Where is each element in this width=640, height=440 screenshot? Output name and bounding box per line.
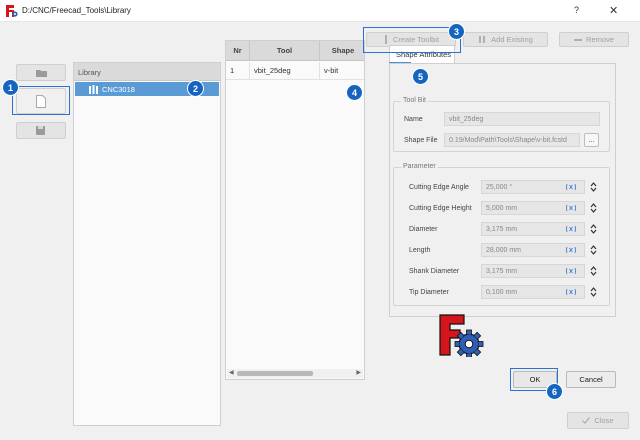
parameter-group-title: Parameter bbox=[401, 163, 438, 170]
param-label: Length bbox=[409, 247, 431, 254]
spin-arrows-icon[interactable] bbox=[590, 244, 597, 256]
param-label: Shank Diameter bbox=[409, 268, 460, 275]
callout-badge-3: 3 bbox=[448, 23, 465, 40]
remove-icon bbox=[574, 38, 583, 41]
column-header-tool[interactable]: Tool bbox=[250, 41, 320, 61]
remove-label: Remove bbox=[586, 35, 614, 44]
callout-badge-6: 6 bbox=[546, 383, 563, 400]
callout-highlight-1 bbox=[12, 86, 70, 115]
callout-badge-4: 4 bbox=[346, 84, 363, 101]
spin-buttons[interactable] bbox=[588, 201, 599, 215]
callout-badge-2: 2 bbox=[187, 80, 204, 97]
expression-icon[interactable] bbox=[566, 246, 576, 254]
checkmark-icon bbox=[582, 417, 591, 424]
scrollbar-thumb[interactable] bbox=[237, 371, 313, 376]
shape-file-field[interactable]: 0.19/Mod\Path\Tools\Shape\v-bit.fcstd bbox=[444, 133, 580, 147]
add-existing-button[interactable]: Add Existing bbox=[463, 32, 548, 47]
column-header-nr[interactable]: Nr bbox=[226, 41, 250, 61]
close-button[interactable]: Close bbox=[567, 412, 629, 429]
library-item-label: CNC3018 bbox=[102, 84, 135, 94]
toolbit-library-icon bbox=[89, 84, 98, 94]
add-existing-label: Add Existing bbox=[491, 35, 533, 44]
add-existing-icon bbox=[479, 36, 486, 43]
spin-buttons[interactable] bbox=[588, 222, 599, 236]
freecad-logo-icon bbox=[439, 314, 484, 357]
shape-file-label: Shape File bbox=[404, 137, 438, 144]
library-header: Library bbox=[74, 63, 220, 81]
expression-icon[interactable] bbox=[566, 183, 576, 191]
table-cell-tool[interactable]: vbit_25deg bbox=[250, 62, 320, 80]
expression-icon[interactable] bbox=[566, 267, 576, 275]
horizontal-scrollbar[interactable]: ◀ ▶ bbox=[227, 369, 363, 378]
browse-shape-button[interactable]: ... bbox=[584, 133, 599, 147]
expression-icon[interactable] bbox=[566, 204, 576, 212]
remove-button[interactable]: Remove bbox=[559, 32, 629, 47]
table-cell-nr[interactable]: 1 bbox=[226, 62, 250, 80]
close-label: Close bbox=[594, 416, 614, 425]
param-label: Diameter bbox=[409, 226, 438, 233]
scroll-right-icon[interactable]: ▶ bbox=[356, 369, 361, 376]
spin-arrows-icon[interactable] bbox=[590, 223, 597, 235]
help-button[interactable]: ? bbox=[574, 5, 579, 15]
param-label: Cutting Edge Angle bbox=[409, 184, 469, 191]
param-label: Cutting Edge Height bbox=[409, 205, 472, 212]
column-header-shape[interactable]: Shape bbox=[320, 41, 364, 61]
spin-arrows-icon[interactable] bbox=[590, 181, 597, 193]
toolbit-group-title: Tool Bit bbox=[401, 97, 428, 104]
callout-badge-5: 5 bbox=[412, 68, 429, 85]
window-close-button[interactable]: ✕ bbox=[609, 4, 618, 17]
library-panel: Library CNC3018 bbox=[73, 62, 221, 426]
callout-highlight-3 bbox=[363, 27, 461, 53]
name-field[interactable]: vbit_25deg bbox=[444, 112, 600, 126]
save-library-as-button[interactable] bbox=[16, 122, 66, 139]
scroll-left-icon[interactable]: ◀ bbox=[229, 369, 234, 376]
folder-open-icon bbox=[35, 69, 47, 77]
param-label: Tip Diameter bbox=[409, 289, 449, 296]
open-library-button[interactable] bbox=[16, 64, 66, 81]
table-cell-shape[interactable]: v-bit bbox=[320, 62, 364, 80]
spin-arrows-icon[interactable] bbox=[590, 286, 597, 298]
spin-buttons[interactable] bbox=[588, 180, 599, 194]
spin-buttons[interactable] bbox=[588, 285, 599, 299]
expression-icon[interactable] bbox=[566, 225, 576, 233]
save-as-icon bbox=[36, 126, 45, 135]
spin-arrows-icon[interactable] bbox=[590, 202, 597, 214]
expression-icon[interactable] bbox=[566, 288, 576, 296]
callout-badge-1: 1 bbox=[2, 79, 19, 96]
title-bar: D:/CNC/Freecad_Tools\Library ? ✕ bbox=[0, 0, 640, 22]
window-title: D:/CNC/Freecad_Tools\Library bbox=[22, 6, 131, 15]
freecad-app-icon bbox=[6, 5, 18, 17]
spin-buttons[interactable] bbox=[588, 243, 599, 257]
cancel-label: Cancel bbox=[579, 375, 603, 384]
cancel-button[interactable]: Cancel bbox=[566, 371, 616, 388]
name-label: Name bbox=[404, 116, 423, 123]
spin-arrows-icon[interactable] bbox=[590, 265, 597, 277]
tools-table: Nr Tool Shape 1 vbit_25deg v-bit ◀ ▶ bbox=[225, 40, 365, 380]
spin-buttons[interactable] bbox=[588, 264, 599, 278]
